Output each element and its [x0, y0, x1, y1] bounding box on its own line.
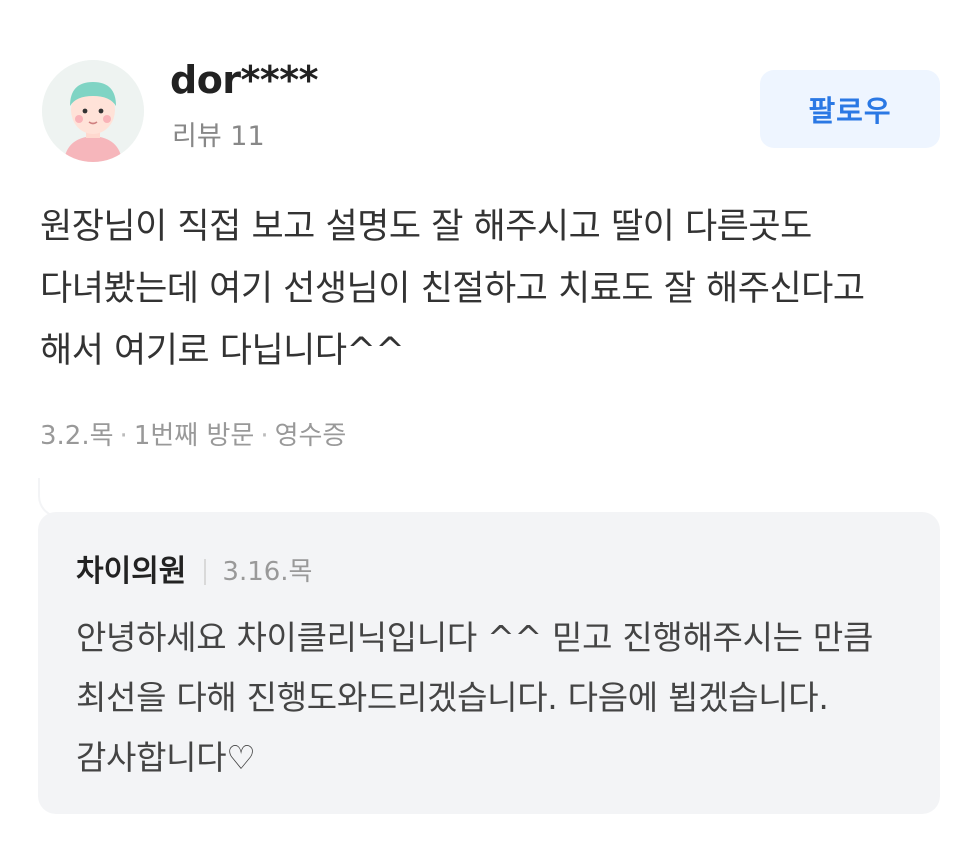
user-name[interactable]: dor**** [170, 58, 319, 102]
reply-text: 안녕하세요 차이클리닉입니다 ^^ 믿고 진행해주시는 만큼 최선을 다해 진행… [76, 618, 874, 777]
review-count: 리뷰 11 [172, 121, 265, 152]
review-date: 3.2.목 [40, 421, 114, 451]
meta-separator: · [119, 421, 128, 451]
reply-author: 차이의원 [76, 554, 187, 589]
review-header: dor**** 리뷰 11 팔로우 [42, 58, 942, 162]
receipt-badge: 영수증 [274, 421, 347, 451]
visit-count: 1번째 방문 [133, 421, 255, 451]
user-avatar-icon [42, 60, 144, 162]
review-card: dor**** 리뷰 11 팔로우 원장님이 직접 보고 설명도 잘 해주시고 … [0, 0, 966, 856]
meta-separator: · [260, 421, 269, 451]
follow-button[interactable]: 팔로우 [760, 70, 940, 148]
avatar[interactable] [42, 60, 144, 162]
reply-date: 3.16.목 [222, 557, 313, 587]
reply-header: 차이의원 3.16.목 [76, 552, 312, 592]
review-meta: 3.2.목 · 1번째 방문 · 영수증 [40, 418, 346, 454]
review-text: 원장님이 직접 보고 설명도 잘 해주시고 딸이 다른곳도 다녀봤는데 여기 선… [40, 207, 865, 371]
reply-divider [204, 559, 207, 585]
owner-reply: 차이의원 3.16.목 안녕하세요 차이클리닉입니다 ^^ 믿고 진행해주시는 … [38, 512, 940, 814]
